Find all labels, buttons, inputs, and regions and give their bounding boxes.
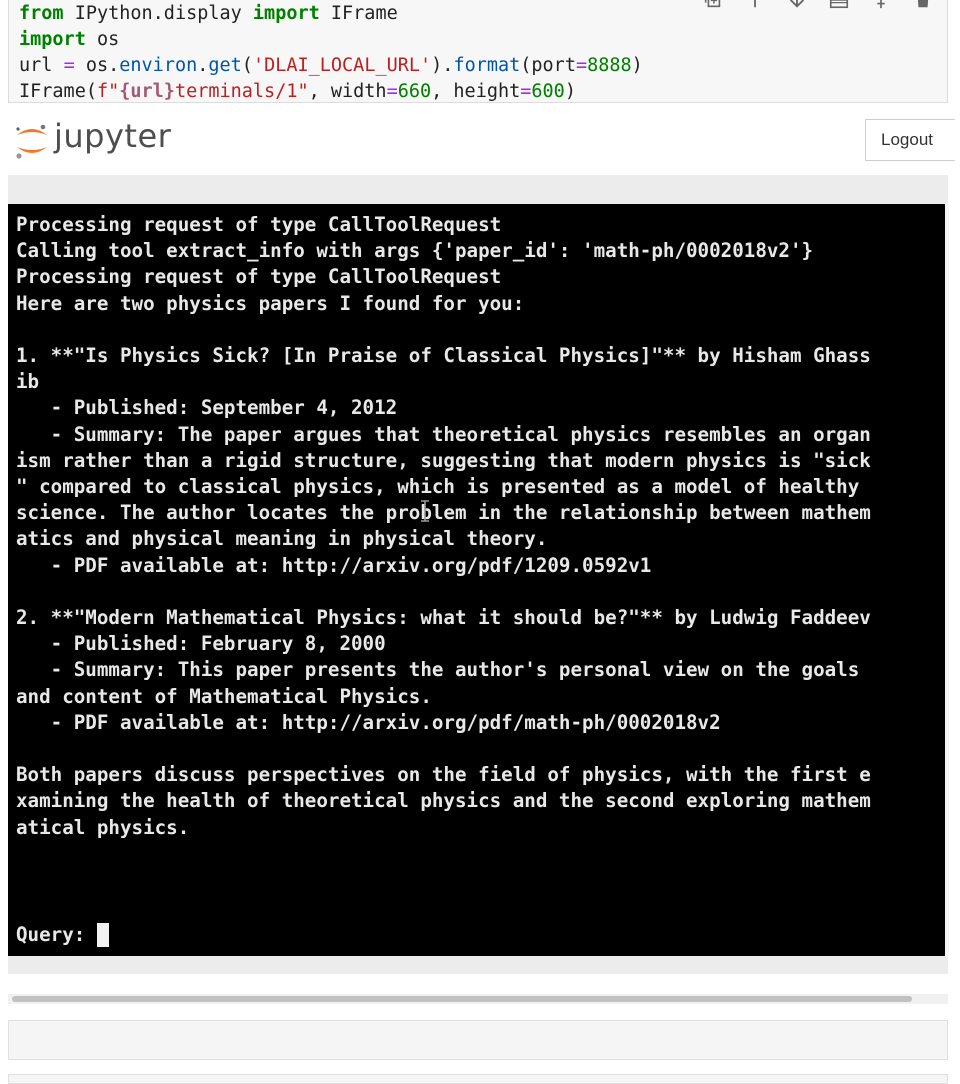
text-cursor-icon [420, 500, 430, 522]
code-line-2: import os [19, 29, 120, 50]
next-code-cell[interactable] [8, 1074, 948, 1084]
code-line-3: url = os.environ.get('DLAI_LOCAL_URL').f… [19, 55, 643, 76]
insert-above-icon[interactable] [827, 0, 851, 11]
jupyter-header: jupyter Logout [0, 103, 960, 175]
copy-icon[interactable] [701, 0, 725, 11]
terminal-scrollbar[interactable] [945, 204, 949, 956]
iframe-bottom-padding [8, 956, 948, 974]
iframe-top-padding [8, 175, 948, 204]
trash-icon[interactable] [911, 0, 935, 11]
insert-below-icon[interactable] [869, 0, 893, 11]
horizontal-scrollbar[interactable] [8, 994, 948, 1004]
arrow-up-icon[interactable] [743, 0, 767, 11]
code-line-4: IFrame(f"{url}terminals/1", width=660, h… [19, 81, 576, 102]
code-line-1: from IPython.display import IFrame [19, 3, 398, 24]
horizontal-scrollbar-thumb[interactable] [12, 996, 912, 1002]
query-prompt-label: Query: [16, 923, 86, 946]
terminal-window[interactable]: Processing request of type CallToolReque… [8, 204, 945, 956]
logout-button[interactable]: Logout [865, 119, 955, 161]
empty-code-cell[interactable] [8, 1020, 948, 1060]
code-cell[interactable]: from IPython.display import IFrame impor… [8, 0, 948, 103]
cell-toolbar [701, 0, 935, 11]
jupyter-brand-text[interactable]: jupyter [54, 117, 171, 155]
terminal-output: Processing request of type CallToolReque… [16, 213, 871, 839]
terminal-cursor [97, 923, 110, 947]
query-prompt[interactable]: Query: [16, 922, 110, 948]
jupyter-logo-icon[interactable] [14, 121, 50, 161]
arrow-down-icon[interactable] [785, 0, 809, 11]
